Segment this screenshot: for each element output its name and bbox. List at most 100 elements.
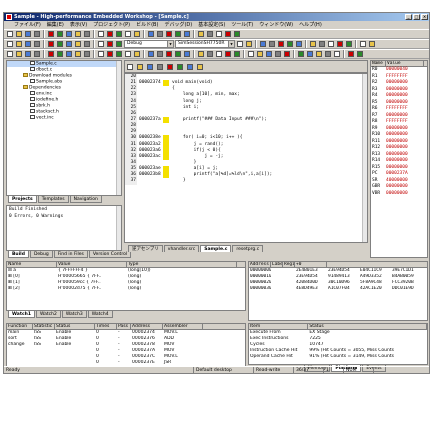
toolbar-button-icon[interactable] [197,30,205,38]
toolbar-button-icon[interactable] [318,40,326,48]
column-header[interactable]: Status [55,324,95,329]
column-header[interactable]: Name [371,61,386,66]
editor-tool-icon[interactable] [136,63,144,71]
toolbar-button-icon[interactable] [124,30,132,38]
toolbar-button-icon[interactable] [83,40,91,48]
toolbar-button-icon[interactable] [333,50,341,58]
toolbar-button-icon[interactable] [256,50,264,58]
toolbar-button-icon[interactable] [359,40,367,48]
column-header[interactable]: Type [127,262,237,267]
toolbar-button-icon[interactable] [106,50,114,58]
menu-item[interactable]: 基本設定(S) [198,21,225,29]
tab-1[interactable]: Templates [37,196,69,203]
toolbar-button-icon[interactable] [33,40,41,48]
toolbar-button-icon[interactable] [115,30,123,38]
toolbar-button-icon[interactable] [283,50,291,58]
toolbar-button-icon[interactable] [345,40,353,48]
toolbar-button-icon[interactable] [224,50,232,58]
toolbar-button-icon[interactable] [115,40,123,48]
toolbar-button-icon[interactable] [56,40,64,48]
toolbar-button-icon[interactable] [97,40,105,48]
toolbar-button-icon[interactable] [47,50,55,58]
toolbar-button-icon[interactable] [286,40,294,48]
menu-item[interactable]: プロジェクト(P) [93,21,130,29]
toolbar-button-icon[interactable] [265,50,273,58]
tab-1[interactable]: Watch2 [36,311,61,318]
toolbar-button-icon[interactable] [274,50,282,58]
column-header[interactable]: +0 [295,262,327,267]
tab-2[interactable]: Navigation [69,196,102,203]
toolbar-button-icon[interactable] [215,50,223,58]
register-row[interactable]: VBR 00000000 [371,191,427,198]
toolbar-button-icon[interactable] [236,40,244,48]
tab-2[interactable]: Watch3 [61,311,87,318]
editor-tool-icon[interactable] [166,63,174,71]
toolbar-button-icon[interactable] [74,30,82,38]
toolbar-button-icon[interactable] [133,30,141,38]
menu-item[interactable]: 表示(V) [70,21,87,29]
tab-1[interactable]: Debug [29,251,53,258]
menu-item[interactable]: ウィンドウ(W) [259,21,293,29]
toolbar-button-icon[interactable] [83,30,91,38]
tab-0[interactable]: Watch1 [8,311,35,318]
toolbar-button-icon[interactable] [97,50,105,58]
toolbar-button-icon[interactable] [24,40,32,48]
toolbar-button-icon[interactable] [15,40,23,48]
toolbar-button-icon[interactable] [206,50,214,58]
toolbar-button-icon[interactable] [15,30,23,38]
toolbar-button-icon[interactable] [147,30,155,38]
toolbar-button-icon[interactable] [56,50,64,58]
column-header[interactable]: Label [271,262,283,267]
toolbar-button-icon[interactable] [368,40,376,48]
column-header[interactable]: Address [131,324,163,329]
toolbar-button-icon[interactable] [174,30,182,38]
toolbar-button-icon[interactable] [247,50,255,58]
column-header[interactable]: Statistic [33,324,55,329]
minimize-button[interactable]: _ [405,14,412,20]
menu-item[interactable]: ファイル(F) [14,21,41,29]
column-header[interactable]: Item [249,324,309,329]
toolbar-button-icon[interactable] [156,50,164,58]
title-bar[interactable]: Sample - High-performance Embedded Works… [4,13,429,21]
toolbar-button-icon[interactable] [183,30,191,38]
menu-item[interactable]: ツール(T) [231,21,253,29]
app-icon[interactable] [6,14,12,20]
editor-tool-icon[interactable] [146,63,154,71]
toolbar-button-icon[interactable] [24,30,32,38]
toolbar-button-icon[interactable] [74,50,82,58]
tab-3[interactable]: Watch4 [87,311,113,318]
toolbar-button-icon[interactable] [336,40,344,48]
editor-tool-icon[interactable] [196,63,204,71]
toolbar-button-icon[interactable] [24,50,32,58]
toolbar-button-icon[interactable] [309,40,317,48]
toolbar-button-icon[interactable] [97,30,105,38]
toolbar-button-icon[interactable] [6,50,14,58]
toolbar-button-icon[interactable] [65,30,73,38]
editor-tool-icon[interactable] [176,63,184,71]
session-combo[interactable]: SimSessionSH7750R ▼ [175,40,235,48]
toolbar-button-icon[interactable] [33,30,41,38]
toolbar-button-icon[interactable] [47,40,55,48]
toolbar-button-icon[interactable] [47,30,55,38]
toolbar-button-icon[interactable] [233,50,241,58]
toolbar-button-icon[interactable] [259,40,267,48]
toolbar-button-icon[interactable] [347,50,355,58]
config-combo[interactable]: Debug ▼ [124,40,174,48]
column-header[interactable]: Assembler [163,324,203,329]
tab-0[interactable]: Projects [8,196,37,203]
column-header[interactable]: Value [386,61,424,66]
column-header[interactable]: Times [95,324,117,329]
maximize-button[interactable]: □ [413,14,420,20]
toolbar-button-icon[interactable] [65,50,73,58]
tab-1[interactable]: vhandler.src [163,245,200,252]
toolbar-button-icon[interactable] [297,50,305,58]
tab-2[interactable]: Find in Files [53,251,88,258]
toolbar-button-icon[interactable] [156,30,164,38]
memory-row[interactable]: 00000030 4E8D49E3 A1C07F04 42AC1E20 DDC01E9D [249,286,427,292]
column-header[interactable]: Pass [117,324,131,329]
toolbar-button-icon[interactable] [65,40,73,48]
menu-item[interactable]: デバッグ(D) [164,21,192,29]
toolbar-button-icon[interactable] [6,40,14,48]
code-line[interactable]: 37 } [125,178,367,185]
tab-3[interactable]: resetprg.c [232,245,264,252]
